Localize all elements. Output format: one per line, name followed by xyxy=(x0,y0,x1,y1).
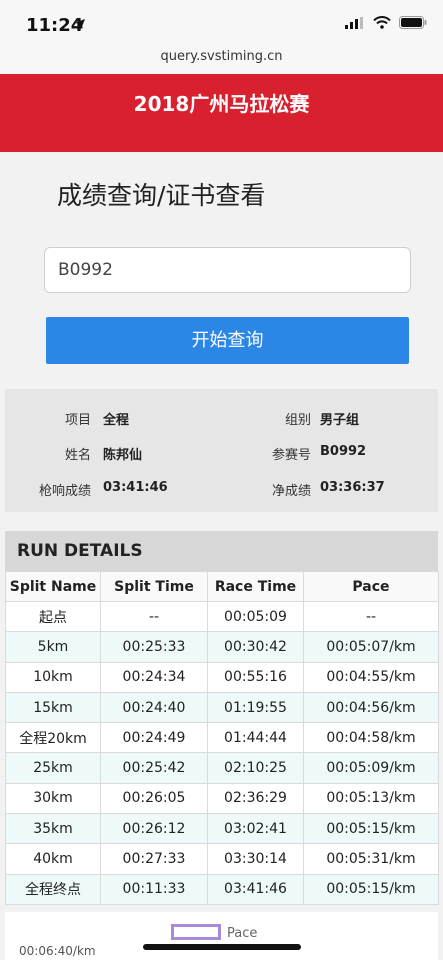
net-time-value: 03:36:37 xyxy=(320,480,385,495)
race-time-cell: 03:30:14 xyxy=(207,843,304,875)
splits-header-row: Split Name Split Time Race Time Pace xyxy=(5,571,439,602)
pace-cell: -- xyxy=(303,600,439,633)
race-time-cell: 01:44:44 xyxy=(207,722,304,754)
location-arrow-icon xyxy=(75,19,85,29)
split-name-cell: 全程20km xyxy=(5,722,101,754)
pace-cell: 00:04:55/km xyxy=(303,661,439,693)
bib-value: B0992 xyxy=(320,444,367,459)
table-row: 全程20km 00:24:49 01:44:44 00:04:58/km xyxy=(5,722,439,754)
event-value: 全程 xyxy=(103,413,130,428)
url-bar[interactable]: query.svstiming.cn xyxy=(0,44,443,74)
split-time-cell: 00:11:33 xyxy=(100,873,208,905)
table-row: 30km 00:26:05 02:36:29 00:05:13/km xyxy=(5,782,439,815)
bib-search-input[interactable]: B0992 xyxy=(44,247,411,293)
split-time-cell: 00:25:42 xyxy=(100,752,208,784)
split-name-cell: 10km xyxy=(5,661,101,693)
split-name-cell: 25km xyxy=(5,752,101,784)
split-name-cell: 15km xyxy=(5,691,101,724)
bib-label: 参赛号 xyxy=(271,448,311,463)
race-time-cell: 01:19:55 xyxy=(207,691,304,724)
table-row: 5km 00:25:33 00:30:42 00:05:07/km xyxy=(5,631,439,663)
event-label: 项目 xyxy=(64,413,91,428)
split-time-cell: -- xyxy=(100,600,208,633)
split-time-cell: 00:24:40 xyxy=(100,691,208,724)
table-row: 15km 00:24:40 01:19:55 00:04:56/km xyxy=(5,691,439,724)
split-name-cell: 40km xyxy=(5,843,101,875)
race-time-cell: 02:36:29 xyxy=(207,782,304,815)
pace-cell: 00:05:09/km xyxy=(303,752,439,784)
split-time-cell: 00:25:33 xyxy=(100,631,208,663)
status-bar: 11:24 xyxy=(0,0,443,44)
table-row: 起点 -- 00:05:09 -- xyxy=(5,600,439,633)
split-time-cell: 00:24:34 xyxy=(100,661,208,693)
race-time-cell: 00:55:16 xyxy=(207,661,304,693)
result-summary-panel: 项目 全程 组别 男子组 姓名 陈邦仙 参赛号 B0992 枪响成绩 03:41… xyxy=(5,389,438,512)
run-details-panel: RUN DETAILS Split Name Split Time Race T… xyxy=(5,531,439,905)
race-time-cell: 00:05:09 xyxy=(207,600,304,633)
race-time-cell: 03:41:46 xyxy=(207,873,304,905)
split-time-cell: 00:26:12 xyxy=(100,813,208,845)
gun-time-value: 03:41:46 xyxy=(103,480,168,495)
pace-cell: 00:04:58/km xyxy=(303,722,439,754)
split-time-cell: 00:27:33 xyxy=(100,843,208,875)
group-value: 男子组 xyxy=(320,413,360,428)
race-time-cell: 00:30:42 xyxy=(207,631,304,663)
wifi-icon xyxy=(373,16,391,29)
gun-time-label: 枪响成绩 xyxy=(38,484,91,499)
race-time-cell: 03:02:41 xyxy=(207,813,304,845)
run-details-title: RUN DETAILS xyxy=(5,531,438,571)
pace-legend-swatch[interactable] xyxy=(171,924,221,940)
pace-cell: 00:04:56/km xyxy=(303,691,439,724)
pace-cell: 00:05:31/km xyxy=(303,843,439,875)
split-name-cell: 35km xyxy=(5,813,101,845)
group-label: 组别 xyxy=(284,413,311,428)
split-name-cell: 全程终点 xyxy=(5,873,101,905)
header-split-time: Split Time xyxy=(100,571,208,602)
split-name-cell: 起点 xyxy=(5,600,101,633)
table-row: 40km 00:27:33 03:30:14 00:05:31/km xyxy=(5,843,439,875)
page-title: 成绩查询/证书查看 xyxy=(57,181,266,210)
home-indicator[interactable] xyxy=(143,944,301,950)
y-axis-tick-label: 00:06:40/km xyxy=(19,944,96,958)
table-row: 35km 00:26:12 03:02:41 00:05:15/km xyxy=(5,813,439,845)
event-banner: 2018广州马拉松赛 xyxy=(0,74,443,152)
table-row: 10km 00:24:34 00:55:16 00:04:55/km xyxy=(5,661,439,693)
header-split-name: Split Name xyxy=(5,571,101,602)
splits-table: Split Name Split Time Race Time Pace 起点 … xyxy=(5,571,439,905)
split-name-cell: 30km xyxy=(5,782,101,815)
pace-cell: 00:05:07/km xyxy=(303,631,439,663)
pace-cell: 00:05:15/km xyxy=(303,873,439,905)
pace-chart: Pace 00:06:40/km xyxy=(5,912,438,960)
signal-icon xyxy=(345,16,363,29)
table-row: 25km 00:25:42 02:10:25 00:05:09/km xyxy=(5,752,439,784)
net-time-label: 净成绩 xyxy=(271,484,311,499)
header-pace: Pace xyxy=(303,571,439,602)
pace-legend-label: Pace xyxy=(227,926,258,941)
split-time-cell: 00:26:05 xyxy=(100,782,208,815)
table-row: 全程终点 00:11:33 03:41:46 00:05:15/km xyxy=(5,873,439,905)
status-icons xyxy=(345,16,427,29)
race-time-cell: 02:10:25 xyxy=(207,752,304,784)
pace-cell: 00:05:15/km xyxy=(303,813,439,845)
name-value: 陈邦仙 xyxy=(103,448,143,463)
header-race-time: Race Time xyxy=(207,571,304,602)
split-time-cell: 00:24:49 xyxy=(100,722,208,754)
split-name-cell: 5km xyxy=(5,631,101,663)
pace-cell: 00:05:13/km xyxy=(303,782,439,815)
name-label: 姓名 xyxy=(64,448,91,463)
battery-icon xyxy=(399,16,427,29)
start-query-button[interactable]: 开始查询 xyxy=(46,317,409,364)
